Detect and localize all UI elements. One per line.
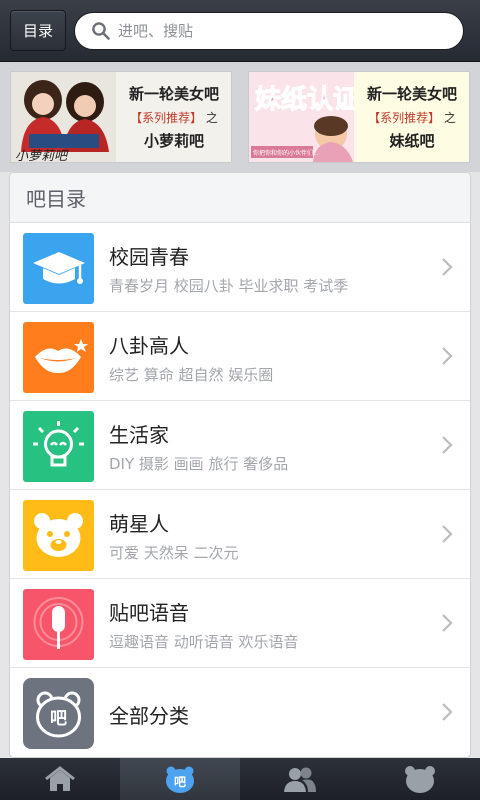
top-bar: 目录 bbox=[0, 0, 480, 62]
banner-line2: 【系列推荐】 之 bbox=[130, 111, 218, 125]
banner-photo-caption: 小萝莉吧 bbox=[15, 149, 69, 162]
banner-line1: 新一轮美女吧 bbox=[128, 85, 219, 103]
microphone-icon bbox=[23, 589, 94, 660]
home-icon bbox=[45, 766, 75, 791]
catalog-button[interactable]: 目录 bbox=[10, 10, 66, 51]
banner-xiaoluoli[interactable]: 小萝莉吧 新一轮美女吧 【系列推荐】 之 小萝莉吧 bbox=[10, 71, 232, 163]
svg-text:吧: 吧 bbox=[174, 775, 186, 789]
search-box[interactable] bbox=[74, 12, 464, 50]
item-tags: 逗趣语音 动听语音 欢乐语音 bbox=[109, 633, 299, 651]
item-name: 全部分类 bbox=[109, 704, 189, 728]
catalog-item-campus[interactable]: 校园青春 青春岁月 校园八卦 毕业求职 考试季 bbox=[10, 223, 470, 312]
tab-home[interactable] bbox=[0, 758, 120, 800]
banner-line3: 妹纸吧 bbox=[389, 132, 435, 150]
bottom-tab-bar: 吧 bbox=[0, 758, 480, 800]
bear-profile-icon bbox=[405, 766, 435, 793]
chevron-right-icon bbox=[442, 258, 453, 276]
item-name: 八卦高人 bbox=[109, 334, 189, 358]
chevron-right-icon bbox=[442, 436, 453, 454]
chevron-right-icon bbox=[442, 614, 453, 632]
graduation-cap-icon bbox=[23, 233, 94, 304]
tab-tieba[interactable]: 吧 bbox=[120, 758, 240, 800]
banner-text: 新一轮美女吧 【系列推荐】 之 小萝莉吧 bbox=[117, 72, 231, 162]
search-input[interactable] bbox=[118, 22, 418, 40]
svg-text:吧: 吧 bbox=[50, 709, 67, 729]
banner-area: 小萝莉吧 新一轮美女吧 【系列推荐】 之 小萝莉吧 妹纸认证 你把你和你的小伙伴… bbox=[0, 62, 480, 172]
banner-line3: 小萝莉吧 bbox=[143, 132, 204, 150]
search-icon bbox=[92, 22, 110, 40]
tab-friends[interactable] bbox=[240, 758, 360, 800]
catalog-item-voice[interactable]: 贴吧语音 逗趣语音 动听语音 欢乐语音 bbox=[10, 579, 470, 668]
banner-photo-girls: 小萝莉吧 bbox=[11, 72, 116, 162]
banner-photo-meizhi: 妹纸认证 你把你和你的小伙伴们... bbox=[249, 72, 354, 162]
catalog-item-lifestyle[interactable]: 生活家 DIY 摄影 画画 旅行 奢侈品 bbox=[10, 401, 470, 490]
catalog-item-gossip[interactable]: 八卦高人 综艺 算命 超自然 娱乐圈 bbox=[10, 312, 470, 401]
item-name: 萌星人 bbox=[109, 512, 169, 536]
catalog-item-all[interactable]: 吧 全部分类 bbox=[10, 668, 470, 757]
catalog-panel: 吧目录 校园青春 青春岁月 校园八卦 毕业求职 考试季 八卦高人 综艺 算命 超… bbox=[9, 172, 471, 758]
panel-title: 吧目录 bbox=[10, 173, 470, 223]
item-name: 生活家 bbox=[109, 423, 169, 447]
catalog-item-cute[interactable]: 萌星人 可爱 天然呆 二次元 bbox=[10, 490, 470, 579]
item-tags: 可爱 天然呆 二次元 bbox=[109, 544, 239, 562]
lips-icon bbox=[23, 322, 94, 393]
friends-icon bbox=[284, 767, 316, 792]
banner-meizhi[interactable]: 妹纸认证 你把你和你的小伙伴们... 新一轮美女吧 【系列推荐】 之 妹纸吧 bbox=[248, 71, 470, 163]
banner-photo-title: 妹纸认证 bbox=[255, 84, 354, 115]
chevron-right-icon bbox=[442, 347, 453, 365]
item-name: 校园青春 bbox=[109, 245, 189, 269]
bear-face-icon bbox=[23, 500, 94, 571]
item-tags: 青春岁月 校园八卦 毕业求职 考试季 bbox=[109, 277, 349, 295]
banner-line2: 【系列推荐】 之 bbox=[368, 111, 456, 125]
banner-photo-subcaption: 你把你和你的小伙伴们... bbox=[253, 149, 319, 157]
chevron-right-icon bbox=[442, 703, 453, 721]
tieba-bear-icon: 吧 bbox=[23, 678, 94, 749]
tab-profile[interactable] bbox=[360, 758, 480, 800]
chevron-right-icon bbox=[442, 525, 453, 543]
banner-line1: 新一轮美女吧 bbox=[366, 85, 457, 103]
lightbulb-icon bbox=[23, 411, 94, 482]
banner-text: 新一轮美女吧 【系列推荐】 之 妹纸吧 bbox=[355, 72, 469, 162]
item-name: 贴吧语音 bbox=[109, 601, 189, 625]
item-tags: DIY 摄影 画画 旅行 奢侈品 bbox=[109, 455, 289, 473]
tieba-icon: 吧 bbox=[166, 766, 194, 793]
item-tags: 综艺 算命 超自然 娱乐圈 bbox=[109, 366, 274, 384]
